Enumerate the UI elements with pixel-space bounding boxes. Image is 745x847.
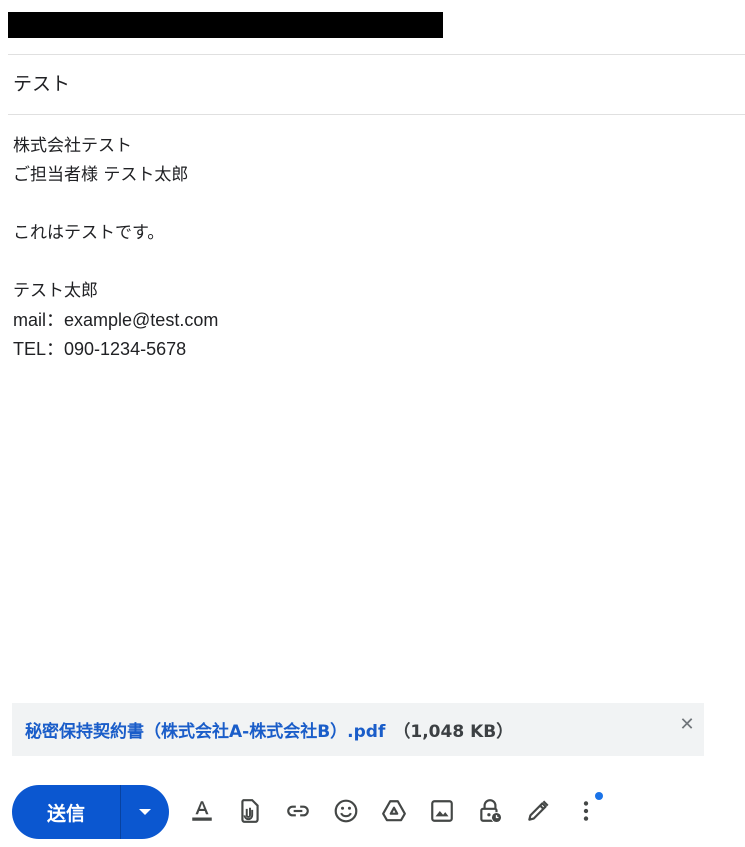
signature-icon[interactable]	[523, 796, 553, 826]
body-line	[13, 248, 218, 277]
more-options-icon[interactable]	[571, 796, 601, 826]
body-line: ご担当者様 テスト太郎	[13, 165, 189, 185]
body-line: 株式会社テスト	[13, 136, 132, 156]
message-body[interactable]: 株式会社テスト ご担当者様 テスト太郎 これはテストです。 テスト太郎 mail…	[13, 132, 218, 364]
divider	[8, 114, 745, 115]
attachment-chip[interactable]: 秘密保持契約書（株式会社A-株式会社B）.pdf （1,048 KB） ✕	[12, 703, 704, 756]
subject-field[interactable]: テスト	[13, 72, 70, 96]
emoji-icon[interactable]	[331, 796, 361, 826]
body-line: TEL：090-1234-5678	[13, 339, 187, 359]
divider	[8, 54, 745, 55]
google-drive-icon[interactable]	[379, 796, 409, 826]
body-line: mail：example@test.com	[13, 310, 219, 330]
attach-file-icon[interactable]	[235, 796, 265, 826]
formatting-options-icon[interactable]	[187, 796, 217, 826]
attachment-name[interactable]: 秘密保持契約書（株式会社A-株式会社B）.pdf	[25, 717, 385, 742]
confidential-mode-icon[interactable]	[475, 796, 505, 826]
remove-attachment-icon[interactable]: ✕	[678, 716, 696, 734]
recipients-redacted	[8, 12, 443, 38]
body-line	[13, 190, 218, 219]
attachment-size: （1,048 KB）	[393, 722, 514, 742]
chevron-down-icon	[139, 809, 151, 815]
body-line: これはテストです。	[13, 223, 165, 243]
send-button[interactable]: 送信	[12, 785, 120, 839]
notification-dot	[595, 792, 603, 800]
body-line: テスト太郎	[13, 281, 98, 301]
insert-photo-icon[interactable]	[427, 796, 457, 826]
send-options-button[interactable]	[121, 785, 169, 839]
insert-link-icon[interactable]	[283, 796, 313, 826]
send-button-group: 送信	[12, 785, 169, 839]
